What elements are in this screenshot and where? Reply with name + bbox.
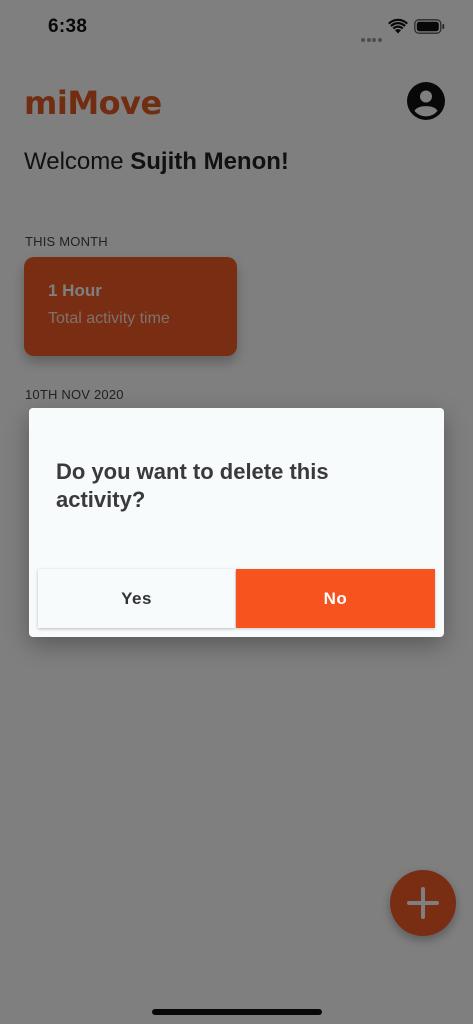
no-button[interactable]: No	[236, 569, 435, 628]
dialog-message: Do you want to delete this activity?	[56, 459, 329, 512]
yes-button[interactable]: Yes	[38, 569, 235, 628]
delete-confirm-dialog: Do you want to delete this activity? Yes…	[29, 408, 444, 637]
